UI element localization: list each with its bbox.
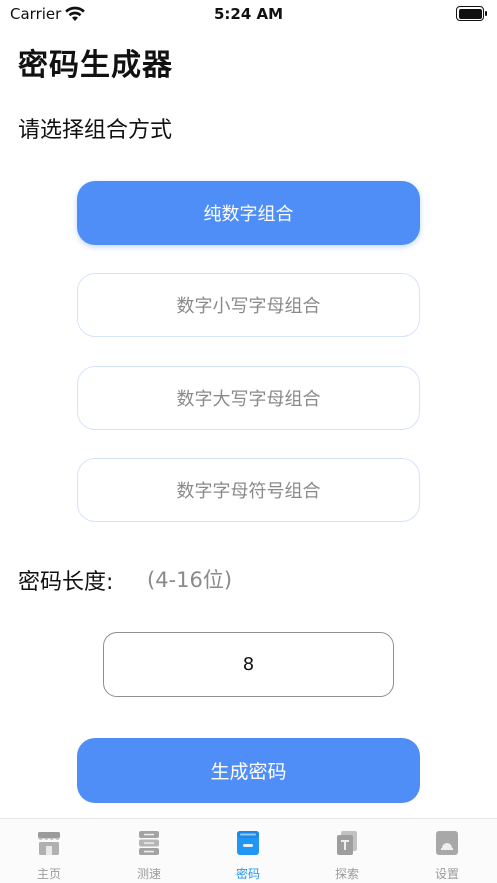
combination-section-label: 请选择组合方式 [18,118,173,143]
tab-password[interactable]: 密码 [218,827,278,881]
tab-password-label: 密码 [235,867,260,881]
tab-speed-test[interactable]: 测速 [119,827,179,881]
server-icon [139,831,159,855]
explore-icon [337,831,357,855]
page-title: 密码生成器 [18,48,173,83]
tab-settings-label: 设置 [434,867,459,881]
password-length-label: 密码长度: [18,570,114,595]
tab-home-label: 主页 [36,867,61,881]
status-bar: Carrier 5:24 AM [0,0,497,28]
tab-settings[interactable]: 设置 [417,827,477,881]
password-length-input[interactable] [103,632,394,697]
option-digits-only-button[interactable]: 纯数字组合 [77,181,420,245]
safe-icon [237,831,259,855]
tab-home[interactable]: 主页 [19,827,79,881]
password-length-hint: (4-16位) [147,568,233,592]
tab-explore-label: 探索 [334,867,359,881]
storefront-icon [38,832,60,855]
tab-explore[interactable]: 探索 [317,827,377,881]
option-digits-letters-symbols-button[interactable]: 数字字母符号组合 [77,458,420,522]
tab-speed-test-label: 测速 [136,867,161,881]
battery-icon [456,6,488,21]
status-time: 5:24 AM [213,5,284,23]
option-digits-lowercase-button[interactable]: 数字小写字母组合 [77,273,420,337]
settings-icon [436,831,458,855]
tab-bar: 主页 测速 密码 探索 设置 [0,818,497,883]
option-digits-uppercase-button[interactable]: 数字大写字母组合 [77,366,420,430]
generate-password-button[interactable]: 生成密码 [77,738,420,803]
